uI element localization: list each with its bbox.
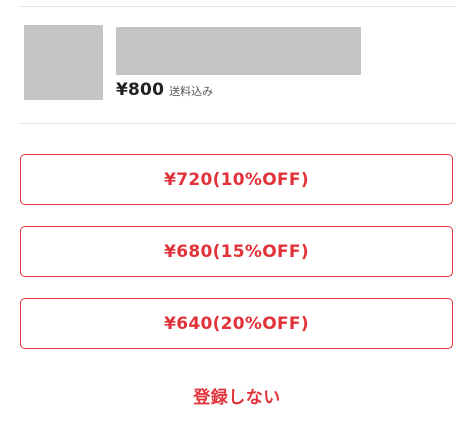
discount-option-label: ¥640(20%OFF) bbox=[164, 313, 309, 334]
item-title-placeholder bbox=[116, 27, 361, 75]
top-divider bbox=[18, 6, 456, 7]
skip-registration-link[interactable]: 登録しない bbox=[0, 383, 474, 408]
discount-option-button[interactable]: ¥680(15%OFF) bbox=[20, 226, 453, 277]
section-divider bbox=[18, 123, 456, 124]
shipping-note: 送料込み bbox=[169, 85, 214, 98]
discount-option-button[interactable]: ¥640(20%OFF) bbox=[20, 298, 453, 349]
discount-option-label: ¥680(15%OFF) bbox=[164, 241, 309, 262]
item-thumbnail bbox=[24, 25, 103, 100]
item-price: ¥800 bbox=[116, 80, 165, 100]
discount-option-button[interactable]: ¥720(10%OFF) bbox=[20, 154, 453, 205]
item-price-row: ¥800 送料込み bbox=[116, 80, 213, 102]
discount-option-label: ¥720(10%OFF) bbox=[164, 169, 309, 190]
